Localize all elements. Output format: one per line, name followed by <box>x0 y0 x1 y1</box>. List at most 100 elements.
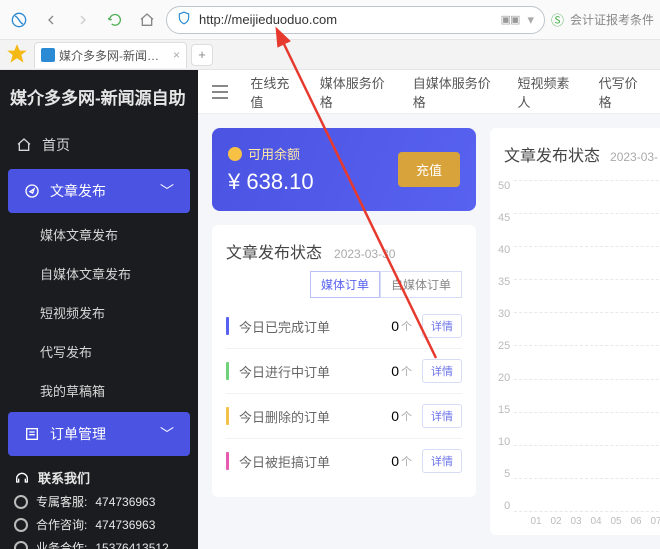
x-tick: 01 <box>528 516 544 527</box>
color-bar-icon <box>226 407 229 425</box>
chart-title: 文章发布状态 <box>504 142 600 166</box>
nav-group-orders[interactable]: 订单管理 ﹀ <box>8 412 190 456</box>
search-hint[interactable]: 会计证报考条件 <box>570 11 654 28</box>
shield-icon <box>177 11 191 28</box>
topnav-item[interactable]: 媒体服务价格 <box>320 73 391 111</box>
status-panel: 文章发布状态 2023-03-30 媒体订单 自媒体订单 今日已完成订单0个详情… <box>212 225 476 497</box>
compass-icon <box>24 183 40 199</box>
tab-title: 媒介多多网-新闻源自助发 <box>59 47 169 64</box>
status-label: 今日进行中订单 <box>239 362 391 381</box>
close-tab-icon[interactable]: × <box>173 48 180 62</box>
status-unit: 个 <box>401 408 412 424</box>
topnav-item[interactable]: 短视频素人 <box>518 73 577 111</box>
nav-home[interactable]: 首页 <box>0 123 198 167</box>
status-value: 0 <box>391 453 399 469</box>
favorites-button[interactable] <box>4 42 30 68</box>
color-bar-icon <box>226 452 229 470</box>
address-bar[interactable]: http://meijieduoduo.com ▣▣ ▾ <box>166 6 545 34</box>
browser-logo-icon <box>6 7 32 33</box>
url-text: http://meijieduoduo.com <box>199 12 337 27</box>
status-unit: 个 <box>401 453 412 469</box>
status-unit: 个 <box>401 318 412 334</box>
recharge-button[interactable]: 充值 <box>398 152 460 187</box>
status-value: 0 <box>391 408 399 424</box>
top-nav: 在线充值 媒体服务价格 自媒体服务价格 短视频素人 代写价格 <box>198 70 660 114</box>
status-label: 今日删除的订单 <box>239 407 391 426</box>
tab-media-orders[interactable]: 媒体订单 <box>310 271 380 298</box>
detail-button[interactable]: 详情 <box>422 449 462 473</box>
topnav-item[interactable]: 自媒体服务价格 <box>413 73 496 111</box>
circle-icon <box>14 518 28 532</box>
circle-icon <box>14 541 28 549</box>
balance-amount: ¥ 638.10 <box>228 169 314 195</box>
browser-tab[interactable]: 媒介多多网-新闻源自助发 × <box>34 42 187 68</box>
back-button[interactable] <box>38 7 64 33</box>
x-tick: 02 <box>548 516 564 527</box>
status-label: 今日被拒搞订单 <box>239 452 391 471</box>
chart-date: 2023-03- <box>610 150 658 164</box>
status-row: 今日被拒搞订单0个详情 <box>226 439 462 483</box>
search-engine-icon[interactable]: Ⓢ <box>551 10 564 29</box>
panel-title: 文章发布状态 <box>226 239 322 263</box>
detail-button[interactable]: 详情 <box>422 314 462 338</box>
color-bar-icon <box>226 317 229 335</box>
coin-icon <box>228 147 242 161</box>
sidebar: 媒介多多网-新闻源自助 首页 文章发布 ﹀ 媒体文章发布 自媒体文章发布 短视频… <box>0 70 198 549</box>
topnav-item[interactable]: 在线充值 <box>250 73 297 111</box>
new-tab-button[interactable]: + <box>191 44 213 66</box>
forward-button[interactable] <box>70 7 96 33</box>
nav-sub-video[interactable]: 短视频发布 <box>0 293 198 332</box>
y-tick: 50 <box>498 180 510 192</box>
contact-row: 合作咨询:474736963 <box>14 516 184 533</box>
y-tick: 5 <box>504 468 510 480</box>
panel-date: 2023-03-30 <box>334 247 395 261</box>
topnav-item[interactable]: 代写价格 <box>599 73 646 111</box>
detail-button[interactable]: 详情 <box>422 404 462 428</box>
chevron-down-icon: ﹀ <box>160 424 174 444</box>
contact-block: 联系我们 专属客服:474736963 合作咨询:474736963 业务合作:… <box>0 458 198 549</box>
x-tick: 05 <box>608 516 624 527</box>
site-title: 媒介多多网-新闻源自助 <box>0 70 198 123</box>
y-tick: 15 <box>498 404 510 416</box>
y-tick: 45 <box>498 212 510 224</box>
y-tick: 20 <box>498 372 510 384</box>
y-tick: 0 <box>504 500 510 512</box>
color-bar-icon <box>226 362 229 380</box>
favicon-icon <box>41 48 55 62</box>
hamburger-icon[interactable] <box>212 85 228 99</box>
tab-selfmedia-orders[interactable]: 自媒体订单 <box>380 271 462 298</box>
y-tick: 10 <box>498 436 510 448</box>
y-tick: 35 <box>498 276 510 288</box>
x-tick: 04 <box>588 516 604 527</box>
x-tick: 07 <box>648 516 660 527</box>
detail-button[interactable]: 详情 <box>422 359 462 383</box>
status-value: 0 <box>391 318 399 334</box>
status-row: 今日删除的订单0个详情 <box>226 394 462 439</box>
list-icon <box>24 426 40 442</box>
status-row: 今日进行中订单0个详情 <box>226 349 462 394</box>
x-tick: 06 <box>628 516 644 527</box>
circle-icon <box>14 495 28 509</box>
nav-sub-writing[interactable]: 代写发布 <box>0 332 198 371</box>
addr-dropdown-icon[interactable]: ▾ <box>527 12 534 28</box>
status-value: 0 <box>391 363 399 379</box>
nav-group-publish[interactable]: 文章发布 ﹀ <box>8 169 190 213</box>
home-button[interactable] <box>134 7 160 33</box>
nav-sub-selfmedia[interactable]: 自媒体文章发布 <box>0 254 198 293</box>
chart-card: 文章发布状态 2023-03- 50454035302520151050 010… <box>490 128 660 535</box>
status-unit: 个 <box>401 363 412 379</box>
reload-button[interactable] <box>102 7 128 33</box>
status-label: 今日已完成订单 <box>239 317 391 336</box>
nav-sub-media[interactable]: 媒体文章发布 <box>0 215 198 254</box>
y-tick: 25 <box>498 340 510 352</box>
status-row: 今日已完成订单0个详情 <box>226 304 462 349</box>
x-tick: 03 <box>568 516 584 527</box>
qr-icon[interactable]: ▣▣ <box>501 13 520 26</box>
y-tick: 30 <box>498 308 510 320</box>
balance-label: 可用余额 <box>248 144 300 163</box>
contact-row: 业务合作:15376413512 <box>14 539 184 549</box>
nav-sub-draft[interactable]: 我的草稿箱 <box>0 371 198 410</box>
y-tick: 40 <box>498 244 510 256</box>
chevron-down-icon: ﹀ <box>160 181 174 201</box>
balance-card: 可用余额 ¥ 638.10 充值 <box>212 128 476 211</box>
